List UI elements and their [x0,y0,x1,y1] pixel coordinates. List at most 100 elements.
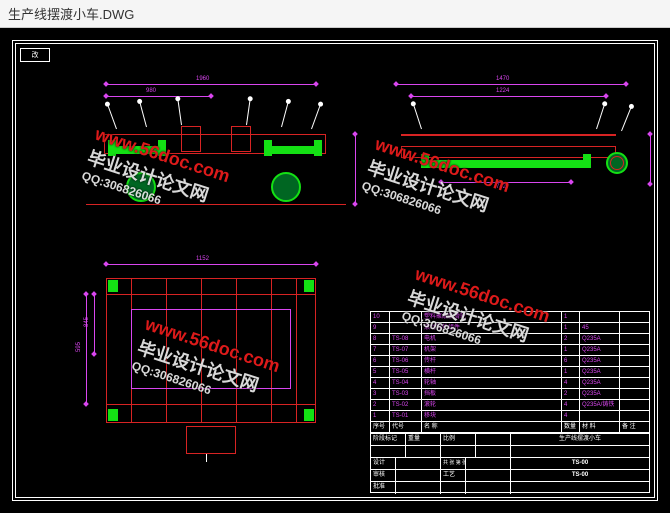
motor-left [181,126,201,152]
bom-cell [619,345,649,355]
bom-cell: TS-08 [389,334,421,344]
dim-top-width [106,264,316,265]
drawing-frame-inner: 改 1960 980 [15,43,655,498]
rail-side [421,160,591,168]
dim-top-hb [86,294,87,404]
tb-approve: 批准 [371,482,396,494]
bom-header-cell: 序号 [371,422,389,432]
tb-process: 工艺 [441,470,466,481]
tb-drawing-no2: TS-00 [511,470,649,481]
stiffener-v6 [296,278,297,423]
leader-s1 [413,105,422,129]
bom-header-cell: 材 料 [579,422,619,432]
tb-scale-label: 比例 [441,434,476,445]
bom-cell: Q235A [579,389,619,399]
dim-front-half [106,96,211,97]
bom-cell: 6 [371,356,389,366]
bom-cell: 移块 [421,411,561,421]
bom-cell: 电机 [421,334,561,344]
leader-1 [107,105,116,129]
bom-table: 10塑料聚酰胺滑轮19滚动导轮组件1458TS-08电机2Q235A7TS-07… [370,311,650,433]
bom-cell: 1 [561,323,579,333]
bom-cell: 5 [371,367,389,377]
title-block: 阶段标记 重量 比例 生产线摆渡小车 设计 共 张 第 张 [370,433,650,493]
bom-header-cell: 名 称 [421,422,561,432]
bom-row: 3TS-03挡板2Q235A [371,388,649,399]
bom-cell: TS-04 [389,378,421,388]
wheel-front-left [126,172,156,202]
cad-canvas: 改 1960 980 [0,28,670,513]
bom-cell: TS-03 [389,389,421,399]
rail-post-r2 [314,140,322,156]
bom-row: 1TS-01移块4 [371,410,649,421]
dim-side-inner [441,182,571,183]
bom-cell: 9 [371,323,389,333]
bom-cell: Q235A [579,334,619,344]
bom-cell: 10 [371,312,389,322]
rib-h1 [106,294,316,295]
bom-cell: 2 [561,389,579,399]
dim-top-width-txt: 1152 [196,256,209,262]
leg-s2 [583,154,591,168]
bom-row: 5TS-05横杆1Q235A [371,366,649,377]
rail-post-l1 [108,140,116,156]
bom-cell: 横杆 [421,367,561,377]
tb-drawing-no: TS-00 [511,458,649,469]
bom-cell [619,389,649,399]
tb-project-name: 生产线摆渡小车 [511,434,649,445]
bom-cell: 机架 [421,345,561,355]
bom-cell: 传杆 [421,356,561,366]
bom-cell: 4 [371,378,389,388]
deck-top [401,134,616,136]
leader-3 [178,100,182,125]
tb-design: 设计 [371,458,396,469]
bom-cell: 2 [371,400,389,410]
bom-cell: 45 [579,323,619,333]
bom-cell [579,312,619,322]
motor-right [231,126,251,152]
bom-cell: Q235A/铸铁 [579,400,619,410]
bom-cell: 3 [371,389,389,399]
bom-cell: 4 [561,411,579,421]
bom-cell: 轮轴 [421,378,561,388]
bom-row: 6TS-06传杆6Q235A [371,355,649,366]
dim-front-overall-txt: 1960 [196,76,209,82]
revision-box: 改 [20,48,50,62]
bom-cell: Q235A [579,345,619,355]
corner-bl [108,409,118,421]
tb-stage-label: 阶段标记 [371,434,406,445]
bom-cell: 6 [561,356,579,366]
dim-front-overall [106,84,316,85]
bom-cell: 塑料聚酰胺滑轮 [421,312,561,322]
wheel-front-right [271,172,301,202]
dim-side-inner-txt: 742 [496,184,506,190]
corner-br [304,409,314,421]
leg-s1 [421,154,429,168]
file-title-bar: 生产线摆渡小车.DWG [0,0,670,28]
dim-side-span [411,96,606,97]
bom-cell [619,400,649,410]
bom-cell: 4 [561,400,579,410]
dim-front-height [355,134,356,204]
bom-cell: TS-05 [389,367,421,377]
bom-cell [389,312,421,322]
bom-cell: 2 [561,334,579,344]
wheel-side-hub [610,156,624,170]
rail-post-r1 [264,140,272,156]
bom-cell [619,334,649,344]
view-side-elevation: 1470 1224 742 [386,84,646,229]
dim-side-height [650,134,651,184]
drawing-frame-outer: 改 1960 980 [12,40,658,501]
bom-header: 序号代号名 称数量材 料备 注 [371,421,649,432]
bom-cell [619,312,649,322]
ground-line-front [86,204,346,205]
tb-check: 审核 [371,470,396,481]
bom-row: 8TS-08电机2Q235A [371,333,649,344]
bom-header-cell: 备 注 [619,422,649,432]
leader-s3 [621,108,631,132]
view-plan: 1152 [86,264,346,474]
rail-post-l2 [158,140,166,156]
bom-cell [619,378,649,388]
bom-cell: 挡板 [421,389,561,399]
leader-s2 [596,105,605,129]
